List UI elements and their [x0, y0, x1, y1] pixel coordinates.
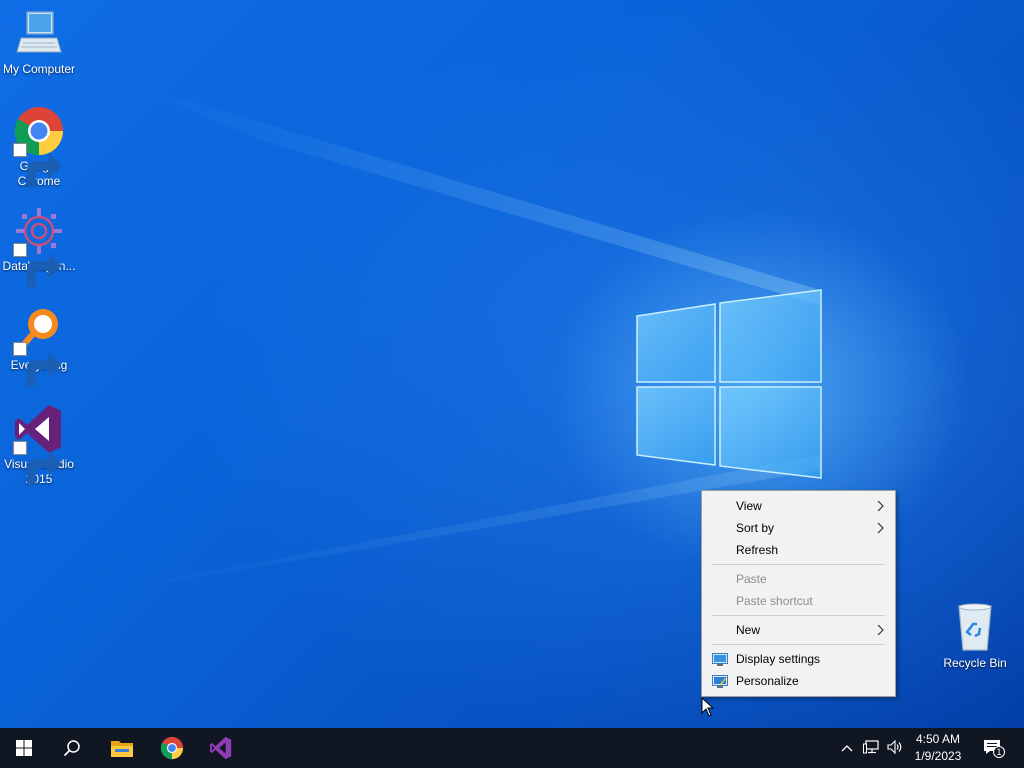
search-button[interactable] — [48, 728, 96, 768]
computer-icon — [13, 8, 65, 60]
shortcut-arrow-icon — [13, 441, 62, 486]
shortcut-arrow-icon — [13, 342, 62, 387]
display-settings-icon — [712, 652, 728, 666]
network-icon — [863, 739, 879, 757]
desktop-icon-visual-studio[interactable]: Visual Studio 2015 — [0, 403, 78, 487]
notification-badge: 1 — [993, 746, 1005, 758]
menu-separator — [712, 564, 885, 565]
menu-item-label: Display settings — [736, 652, 821, 666]
show-hidden-icons-button[interactable] — [838, 728, 856, 768]
desktop[interactable]: My Computer Google Chrome — [0, 0, 1024, 728]
search-icon — [63, 739, 81, 757]
desktop-icon-recycle-bin[interactable]: Recycle Bin — [936, 602, 1014, 671]
chrome-icon — [160, 736, 184, 760]
datawagon-icon — [13, 205, 65, 288]
menu-separator — [712, 644, 885, 645]
personalize-icon — [712, 674, 728, 688]
start-icon — [16, 740, 32, 756]
menu-item-refresh[interactable]: Refresh — [702, 539, 895, 561]
mouse-cursor-icon — [701, 697, 715, 717]
desktop-icon-label: Recycle Bin — [943, 656, 1007, 670]
desktop-icon-my-computer[interactable]: My Computer — [0, 8, 78, 77]
chrome-icon — [13, 105, 65, 188]
shortcut-arrow-icon — [13, 243, 62, 288]
menu-item-sort-by[interactable]: Sort by — [702, 517, 895, 539]
start-button[interactable] — [0, 728, 48, 768]
everything-search-icon — [13, 304, 65, 387]
taskbar-clock[interactable]: 4:50 AM 1/9/2023 — [906, 731, 970, 765]
desktop-icon-everything[interactable]: Everything — [0, 304, 78, 387]
shortcut-arrow-icon — [13, 143, 62, 188]
menu-separator — [712, 615, 885, 616]
menu-item-label: Refresh — [736, 543, 779, 557]
action-center-button[interactable]: 1 — [978, 728, 1008, 768]
menu-item-label: View — [736, 499, 762, 513]
menu-item-paste-shortcut: Paste shortcut — [702, 590, 895, 612]
menu-item-new[interactable]: New — [702, 619, 895, 641]
clock-date: 1/9/2023 — [914, 749, 962, 763]
menu-item-label: New — [736, 623, 761, 637]
menu-item-label: Paste shortcut — [736, 594, 813, 608]
menu-item-label: Personalize — [736, 674, 799, 688]
visual-studio-icon — [209, 736, 233, 760]
volume-button[interactable] — [884, 728, 906, 768]
menu-item-paste: Paste — [702, 568, 895, 590]
desktop-icon-google-chrome[interactable]: Google Chrome — [0, 105, 78, 189]
menu-item-personalize[interactable]: Personalize — [702, 670, 895, 692]
taskbar-chrome[interactable] — [148, 728, 196, 768]
network-button[interactable] — [860, 728, 882, 768]
menu-item-label: Sort by — [736, 521, 775, 535]
clock-time: 4:50 AM — [915, 732, 961, 746]
visual-studio-icon — [13, 403, 65, 486]
desktop-context-menu: View Sort by Refresh Paste Paste shortcu… — [701, 490, 896, 697]
desktop-icon-datawagon[interactable]: DataWagon... — [0, 205, 78, 288]
recycle-bin-icon — [949, 602, 1001, 654]
chevron-right-icon — [877, 619, 885, 644]
taskbar: 4:50 AM 1/9/2023 1 — [0, 728, 1024, 768]
chevron-up-icon — [841, 741, 853, 755]
volume-icon — [887, 739, 903, 757]
action-center-icon: 1 — [983, 739, 1005, 758]
file-explorer-icon — [110, 738, 134, 758]
menu-item-view[interactable]: View — [702, 495, 895, 517]
menu-item-label: Paste — [736, 572, 767, 586]
taskbar-visual-studio[interactable] — [197, 728, 245, 768]
desktop-icon-label: My Computer — [2, 62, 76, 76]
menu-item-display-settings[interactable]: Display settings — [702, 648, 895, 670]
taskbar-file-explorer[interactable] — [98, 728, 146, 768]
